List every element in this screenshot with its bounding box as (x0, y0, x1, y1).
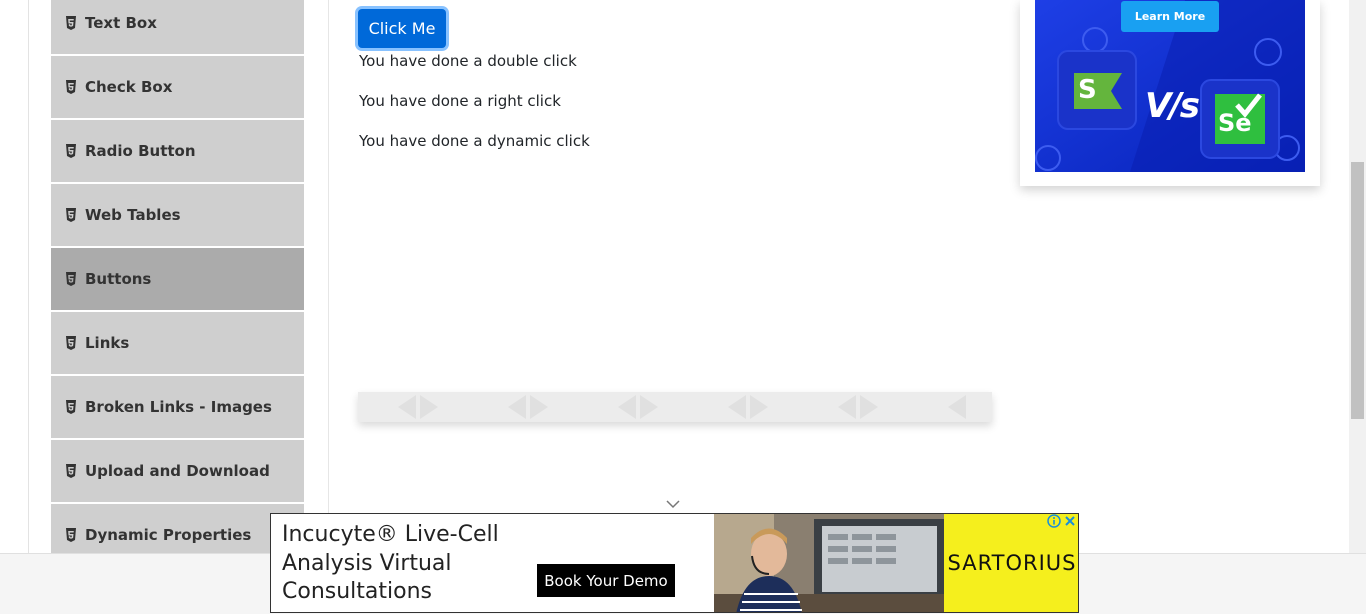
promo-vs-text: V/s (1145, 86, 1200, 126)
sidebar-item-upload-download[interactable]: Upload and Download (51, 440, 304, 502)
dynamic-click-message: You have done a dynamic click (359, 132, 590, 150)
right-click-message: You have done a right click (359, 92, 561, 110)
sidebar-item-label: Broken Links - Images (85, 398, 272, 416)
sidebar-item-label: Radio Button (85, 142, 196, 160)
sidebar-item-radio-button[interactable]: Radio Button (51, 120, 304, 182)
html5-icon (66, 16, 76, 30)
html5-icon (66, 528, 76, 542)
scrollbar-thumb[interactable] (1351, 162, 1364, 419)
promo-banner[interactable]: S Se V/s Learn More (1020, 0, 1320, 186)
sidebar-item-label: Links (85, 334, 130, 352)
promo-right-logo-text: Se (1218, 109, 1252, 137)
sidebar-item-web-tables[interactable]: Web Tables (51, 184, 304, 246)
html5-icon (66, 400, 76, 414)
sidebar-item-broken-links-images[interactable]: Broken Links - Images (51, 376, 304, 438)
sidebar-item-links[interactable]: Links (51, 312, 304, 374)
sidebar-item-text-box[interactable]: Text Box (51, 0, 304, 54)
sidebar-item-label: Text Box (85, 14, 157, 32)
chevron-down-icon[interactable] (666, 499, 680, 509)
strip-pattern-graphic (398, 395, 966, 419)
ad-brand-logo: SARTORIUS (947, 551, 1077, 575)
info-icon[interactable] (1047, 514, 1061, 528)
advertisement-banner[interactable]: Incucyte® Live-Cell Analysis Virtual Con… (270, 513, 1079, 613)
sidebar-item-label: Buttons (85, 270, 152, 288)
sidebar-item-check-box[interactable]: Check Box (51, 56, 304, 118)
double-click-message: You have done a double click (359, 52, 577, 70)
ad-photo (714, 514, 944, 612)
click-me-button[interactable]: Click Me (358, 9, 446, 48)
left-border-line (28, 0, 29, 553)
html5-icon (66, 80, 76, 94)
sidebar-item-label: Dynamic Properties (85, 526, 252, 544)
pattern-strip (358, 392, 992, 422)
close-icon[interactable] (1063, 514, 1077, 528)
html5-icon (66, 144, 76, 158)
sidebar-item-buttons[interactable]: Buttons (51, 248, 304, 310)
sidebar-item-label: Check Box (85, 78, 173, 96)
sidebar-menu: Text Box Check Box Radio Button Web Tabl… (51, 0, 304, 568)
sidebar-item-label: Upload and Download (85, 462, 270, 480)
sidebar-divider (328, 0, 329, 553)
ad-headline: Incucyte® Live-Cell Analysis Virtual Con… (282, 522, 499, 604)
book-demo-button[interactable]: Book Your Demo (537, 564, 675, 597)
learn-more-button[interactable]: Learn More (1121, 1, 1219, 32)
promo-image: S Se V/s Learn More (1035, 0, 1305, 172)
sidebar-item-label: Web Tables (85, 206, 181, 224)
html5-icon (66, 272, 76, 286)
html5-icon (66, 208, 76, 222)
html5-icon (66, 464, 76, 478)
html5-icon (66, 336, 76, 350)
promo-left-logo-letter: S (1078, 75, 1097, 105)
